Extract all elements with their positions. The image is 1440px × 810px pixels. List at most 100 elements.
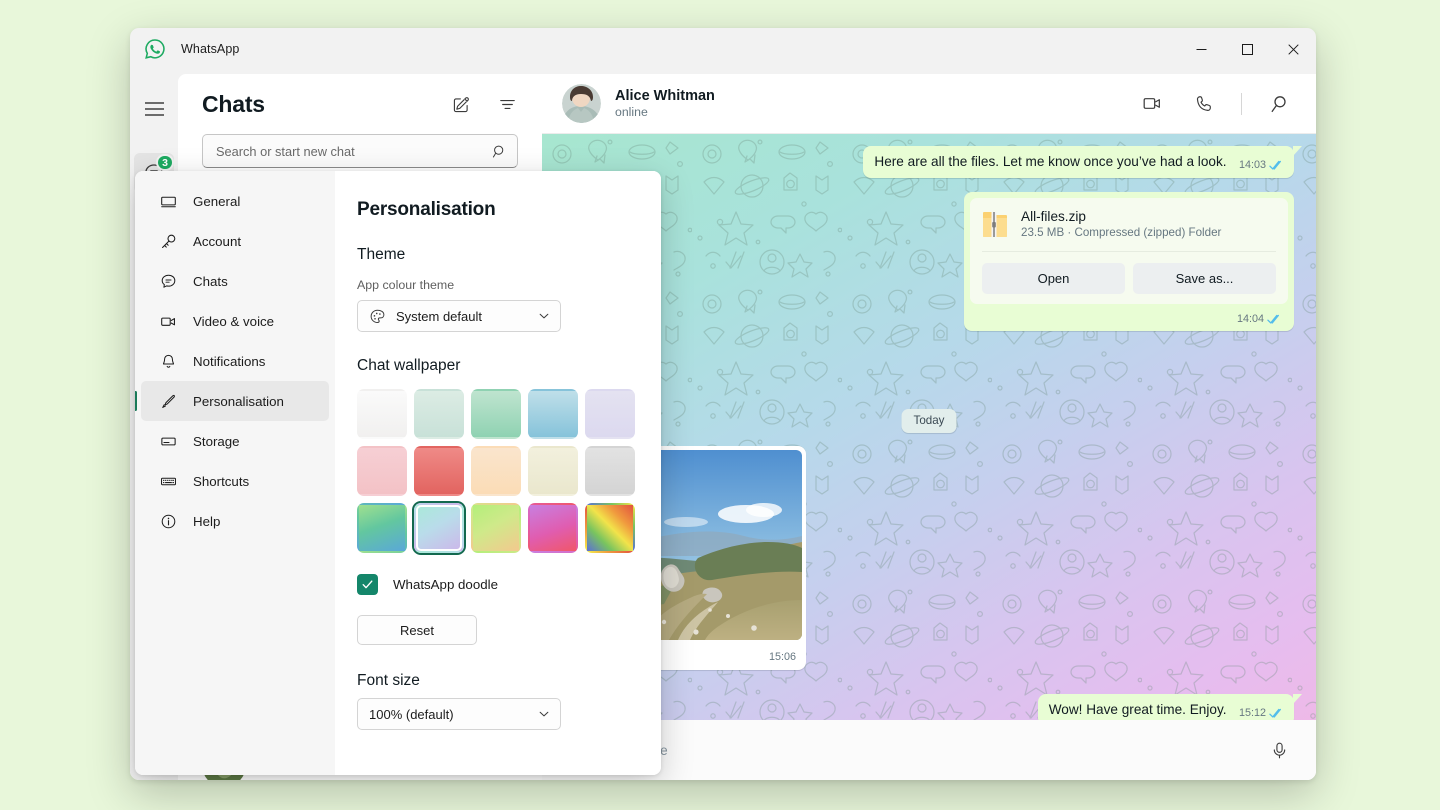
chat-list-actions [446,89,522,119]
date-divider: Today [902,409,957,433]
sidebar-item-label: General [193,194,240,209]
swatch-wallpaper-lavender[interactable] [585,389,635,439]
contact-name: Alice Whitman [615,88,715,104]
colour-palette-icon [369,308,386,325]
search-input[interactable] [216,144,492,159]
settings-content: Personalisation Theme App colour theme S… [335,171,661,775]
chat-list-header: Chats [178,74,542,134]
message-time: 15:06 [769,651,796,663]
video-call-icon[interactable] [1137,89,1167,119]
sidebar-item-chats[interactable]: Chats [141,261,329,301]
action-divider [1241,93,1242,115]
sidebar-item-shortcuts[interactable]: Shortcuts [141,461,329,501]
hamburger-menu-icon[interactable] [134,89,174,129]
file-action-buttons: Open Save as... [982,251,1276,294]
video-camera-icon [158,313,178,330]
file-texts: All-files.zip 23.5 MB · Compressed (zipp… [1021,209,1221,239]
search-box[interactable] [202,134,518,168]
whatsapp-doodle-toggle[interactable]: WhatsApp doodle [357,574,635,595]
search-icon [492,144,507,159]
message-meta: 14:03 [1239,159,1284,171]
swatch-wallpaper-red[interactable] [414,446,464,496]
sidebar-item-help[interactable]: Help [141,501,329,541]
double-check-read-icon [1269,160,1284,171]
theme-section-title: Theme [357,246,635,264]
swatch-wallpaper-mint-light[interactable] [414,389,464,439]
reset-button[interactable]: Reset [357,615,477,645]
whatsapp-doodle-label: WhatsApp doodle [393,577,498,592]
checkmark-icon [357,574,378,595]
sidebar-item-notifications[interactable]: Notifications [141,341,329,381]
contact-info: Alice Whitman online [615,88,715,119]
swatch-wallpaper-cream[interactable] [528,446,578,496]
swatch-wallpaper-green[interactable] [471,389,521,439]
maximize-button[interactable] [1224,28,1270,70]
page-title: Personalisation [357,199,635,221]
paintbrush-icon [158,393,178,410]
conversation-actions [1137,89,1294,119]
wallpaper-swatch-grid [357,389,635,553]
info-circle-icon [158,513,178,530]
close-button[interactable] [1270,28,1316,70]
conversation-header: Alice Whitman online [542,74,1316,134]
open-file-button[interactable]: Open [982,263,1125,294]
sidebar-item-label: Video & voice [193,314,274,329]
contact-avatar[interactable] [562,84,601,123]
window-controls [1178,28,1316,70]
chat-bubble-icon [158,273,178,290]
minimize-button[interactable] [1178,28,1224,70]
swatch-wallpaper-lime-peach[interactable] [471,503,521,553]
sidebar-item-account[interactable]: Account [141,221,329,261]
sidebar-item-general[interactable]: General [141,181,329,221]
sidebar-item-storage[interactable]: Storage [141,421,329,461]
sidebar-item-label: Shortcuts [193,474,249,489]
swatch-wallpaper-magenta[interactable] [528,503,578,553]
swatch-wallpaper-rainbow[interactable] [585,503,635,553]
chat-wallpaper-section-title: Chat wallpaper [357,357,635,375]
search-in-chat-icon[interactable] [1264,89,1294,119]
sidebar-item-personalisation[interactable]: Personalisation [141,381,329,421]
message-time: 14:04 [1237,313,1264,325]
swatch-wallpaper-aqua-purple[interactable] [414,503,464,553]
message-input[interactable] [568,743,1264,758]
settings-dialog: General Account Chats Video & voice [135,171,661,775]
font-size-section-title: Font size [357,672,635,690]
chevron-down-icon [538,310,550,322]
font-size-dropdown[interactable]: 100% (default) [357,698,561,730]
microphone-icon[interactable] [1264,735,1294,765]
double-check-read-icon [1267,314,1282,325]
message-time: 15:12 [1239,707,1266,719]
chats-unread-badge: 3 [156,154,174,171]
message-text: Wow! Have great time. Enjoy. [1049,702,1227,717]
sidebar-item-label: Storage [193,434,240,449]
message-time: 14:03 [1239,159,1266,171]
message-text: Here are all the files. Let me know once… [874,154,1226,169]
swatch-wallpaper-green-blue[interactable] [357,503,407,553]
zip-folder-icon [982,209,1008,239]
monitor-icon [158,193,178,210]
file-meta-group: 14:04 [1237,313,1282,325]
filter-chats-icon[interactable] [492,89,522,119]
voice-call-icon[interactable] [1189,89,1219,119]
search-wrapper [178,134,542,168]
double-check-read-icon [1269,708,1284,719]
swatch-wallpaper-pink[interactable] [357,446,407,496]
swatch-wallpaper-grey[interactable] [585,446,635,496]
swatch-wallpaper-white[interactable] [357,389,407,439]
key-icon [158,233,178,250]
save-as-button[interactable]: Save as... [1133,263,1276,294]
bell-icon [158,353,178,370]
message-bubble-file-out[interactable]: All-files.zip 23.5 MB · Compressed (zipp… [964,192,1294,331]
app-colour-theme-label: App colour theme [357,278,635,292]
swatch-wallpaper-blue[interactable] [528,389,578,439]
message-bubble-out[interactable]: Here are all the files. Let me know once… [863,146,1294,178]
file-message-meta: 14:04 [970,304,1288,327]
settings-nav: General Account Chats Video & voice [135,171,335,775]
app-colour-theme-dropdown[interactable]: System default [357,300,561,332]
whatsapp-window: WhatsApp 3 [130,28,1316,780]
swatch-wallpaper-peach[interactable] [471,446,521,496]
file-header: All-files.zip 23.5 MB · Compressed (zipp… [982,209,1276,239]
sidebar-item-video-voice[interactable]: Video & voice [141,301,329,341]
file-name: All-files.zip [1021,209,1221,224]
compose-new-chat-icon[interactable] [446,89,476,119]
